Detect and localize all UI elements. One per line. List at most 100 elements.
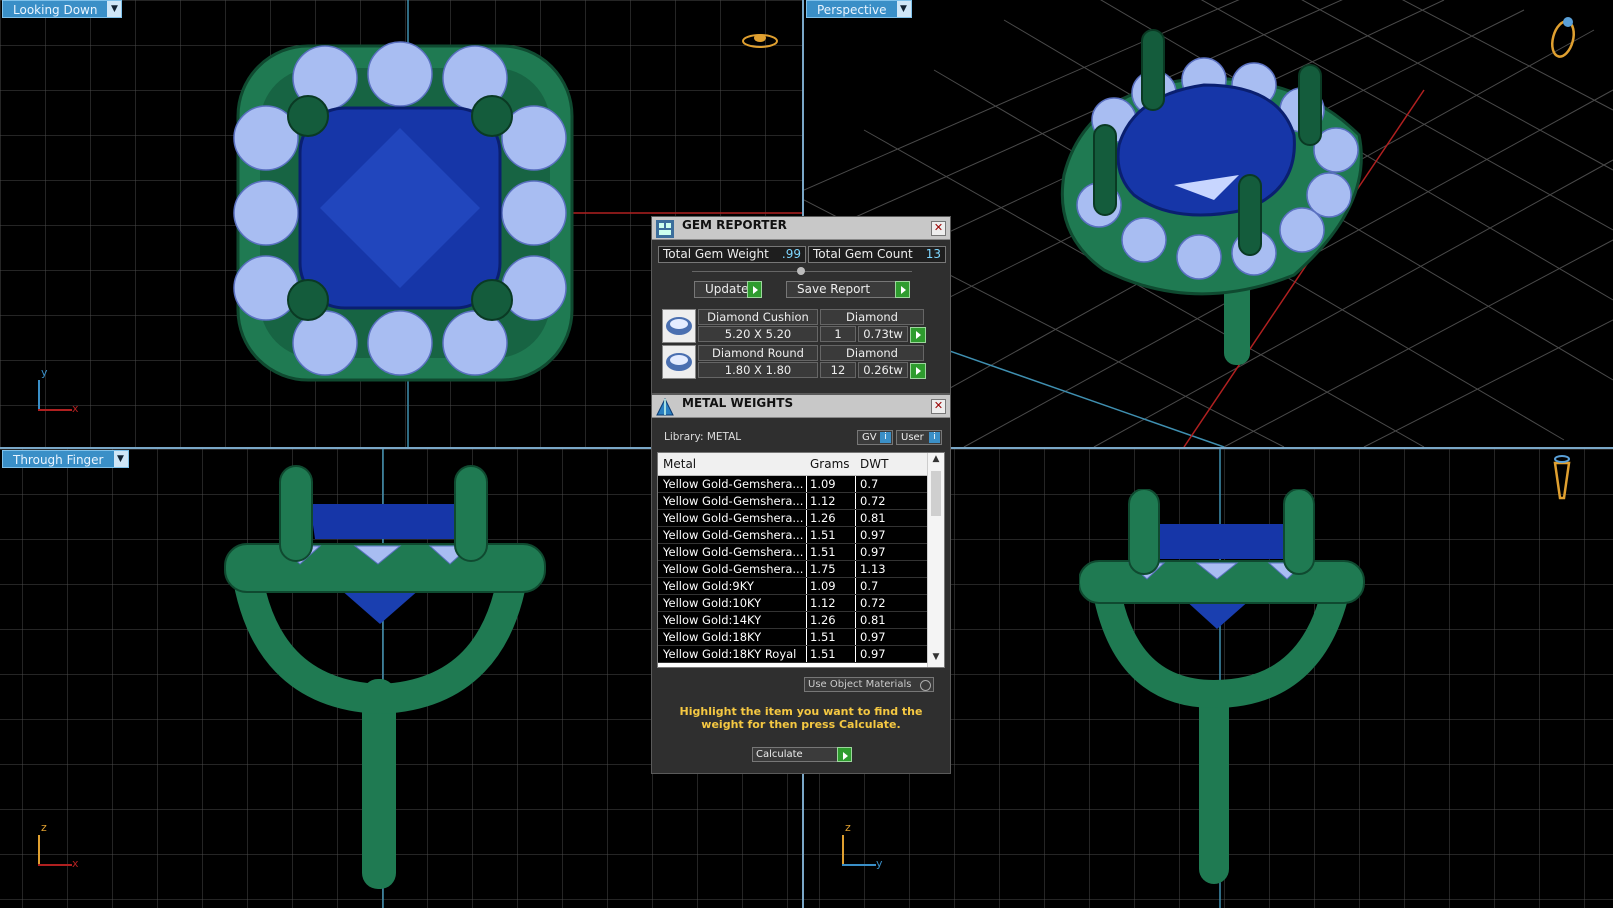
metal-table-header: Metal Grams DWT xyxy=(658,453,928,476)
info-icon: i xyxy=(929,432,940,443)
column-header-dwt[interactable]: DWT xyxy=(860,457,888,471)
axis-label-vertical: z xyxy=(41,821,47,834)
chevron-down-icon[interactable]: ▼ xyxy=(896,1,911,17)
ring-orientation-icon[interactable] xyxy=(740,30,780,52)
ring-side-view[interactable] xyxy=(220,464,550,894)
splitter-knob[interactable] xyxy=(797,267,805,275)
metal-name-cell: Yellow Gold-Gemshera... xyxy=(663,562,804,576)
axis-label-horizontal: y xyxy=(876,857,883,870)
grams-cell: 1.51 xyxy=(810,528,836,542)
grams-cell: 1.26 xyxy=(810,613,836,627)
viewport-label-looking-down[interactable]: Looking Down ▼ xyxy=(2,0,123,18)
gem-type: Diamond xyxy=(820,309,924,325)
cell-divider xyxy=(855,510,856,526)
viewport-title: Looking Down xyxy=(13,3,98,17)
user-label: User xyxy=(901,432,924,443)
viewport-label-perspective[interactable]: Perspective ▼ xyxy=(806,0,912,18)
dwt-cell: 0.97 xyxy=(860,528,886,542)
ring-orientation-icon[interactable] xyxy=(1550,453,1574,505)
cell-divider xyxy=(806,544,807,560)
metal-name-cell: Yellow Gold-Gemshera... xyxy=(663,545,804,559)
gem-weight: 0.26tw xyxy=(858,362,908,378)
use-object-materials-label: Use Object Materials xyxy=(808,679,912,690)
use-object-materials-button[interactable]: Use Object Materials xyxy=(804,677,934,692)
metal-name-cell: Yellow Gold:9KY xyxy=(663,579,754,593)
ring-top-view[interactable] xyxy=(230,38,580,388)
column-header-metal[interactable]: Metal xyxy=(663,457,696,471)
table-row[interactable]: Yellow Gold:14KY 1.26 0.81 xyxy=(658,612,928,629)
axis-label-horizontal: x xyxy=(72,857,79,870)
viewport-title: Through Finger xyxy=(13,453,104,467)
save-report-label: Save Report xyxy=(797,282,871,296)
axis-gizmo: z y xyxy=(840,821,883,870)
gem-weight: 0.73tw xyxy=(858,326,908,342)
table-row[interactable]: Yellow Gold-Gemshera... 1.51 0.97 xyxy=(658,544,928,561)
toggle-icon xyxy=(920,680,931,691)
scroll-down-icon[interactable]: ▼ xyxy=(928,652,944,666)
axis-label-vertical: y xyxy=(41,366,48,379)
metal-name-cell: Yellow Gold-Gemshera... xyxy=(663,528,804,542)
metal-weights-icon xyxy=(656,397,674,416)
table-row[interactable]: Yellow Gold:9KY 1.09 0.7 xyxy=(658,578,928,595)
save-report-button[interactable]: Save Report xyxy=(786,281,910,298)
gem-row[interactable]: Diamond Round Diamond 1.80 X 1.80 12 0.2… xyxy=(662,345,942,380)
ring-side-view-2[interactable] xyxy=(1079,489,1369,889)
metal-name-cell: Yellow Gold-Gemshera... xyxy=(663,477,804,491)
column-header-grams[interactable]: Grams xyxy=(810,457,850,471)
table-row[interactable]: Yellow Gold-Gemshera... 1.12 0.72 xyxy=(658,493,928,510)
grams-cell: 1.51 xyxy=(810,630,836,644)
table-row[interactable]: Yellow Gold-Gemshera... 1.26 0.81 xyxy=(658,510,928,527)
gem-count: 12 xyxy=(820,362,856,378)
viewport-label-through-finger[interactable]: Through Finger ▼ xyxy=(2,450,129,468)
grams-cell: 1.51 xyxy=(810,647,836,661)
cell-divider xyxy=(855,493,856,509)
grams-cell: 1.75 xyxy=(810,562,836,576)
ring-perspective-view[interactable] xyxy=(1044,25,1374,375)
user-toggle[interactable]: User i xyxy=(896,430,942,445)
cell-divider xyxy=(806,612,807,628)
cell-divider xyxy=(855,578,856,594)
cell-divider xyxy=(806,527,807,543)
metal-name-cell: Yellow Gold-Gemshera... xyxy=(663,511,804,525)
gem-size: 5.20 X 5.20 xyxy=(698,326,818,342)
dwt-cell: 1.13 xyxy=(860,562,886,576)
scroll-up-icon[interactable]: ▲ xyxy=(928,454,944,468)
metal-name-cell: Yellow Gold:14KY xyxy=(663,613,762,627)
chevron-down-icon[interactable]: ▼ xyxy=(107,1,122,17)
table-row[interactable]: Yellow Gold-Gemshera... 1.75 1.13 xyxy=(658,561,928,578)
chevron-down-icon[interactable]: ▼ xyxy=(113,451,128,467)
metal-name-cell: Yellow Gold:18KY Royal xyxy=(663,647,797,661)
info-icon: i xyxy=(880,432,891,443)
calculate-button[interactable]: Calculate xyxy=(752,747,852,762)
table-row[interactable]: Yellow Gold-Gemshera... 1.51 0.97 xyxy=(658,527,928,544)
gem-cushion-thumbnail xyxy=(662,309,696,343)
gem-type: Diamond xyxy=(820,345,924,361)
metal-name-cell: Yellow Gold-Gemshera... xyxy=(663,494,804,508)
calculate-label: Calculate xyxy=(756,749,803,760)
total-gem-count-field: Total Gem Count 13 xyxy=(808,246,946,263)
ring-orientation-icon[interactable] xyxy=(1548,14,1578,60)
table-row[interactable]: Yellow Gold:10KY 1.12 0.72 xyxy=(658,595,928,612)
close-icon[interactable]: ✕ xyxy=(931,221,946,236)
table-row[interactable]: Yellow Gold:18KY 1.51 0.97 xyxy=(658,629,928,646)
gem-reporter-titlebar[interactable]: GEM REPORTER ✕ xyxy=(652,217,950,240)
dwt-cell: 0.97 xyxy=(860,545,886,559)
grams-cell: 1.09 xyxy=(810,579,836,593)
scrollbar-thumb[interactable] xyxy=(931,471,941,516)
play-icon[interactable] xyxy=(910,327,926,343)
play-icon xyxy=(895,281,910,298)
gem-row[interactable]: Diamond Cushion Diamond 5.20 X 5.20 1 0.… xyxy=(662,309,942,344)
close-icon[interactable]: ✕ xyxy=(931,399,946,414)
cell-divider xyxy=(806,646,807,662)
metal-table[interactable]: Metal Grams DWT Yellow Gold-Gemshera... 1… xyxy=(657,452,945,668)
total-gem-count-value: 13 xyxy=(925,247,941,261)
update-button[interactable]: Update xyxy=(694,281,762,298)
table-row[interactable]: Yellow Gold:18KY Royal 1.51 0.97 xyxy=(658,646,928,663)
table-row[interactable]: Yellow Gold-Gemshera... 1.09 0.7 xyxy=(658,476,928,493)
scrollbar[interactable]: ▲ ▼ xyxy=(927,453,944,667)
metal-name-cell: Yellow Gold:10KY xyxy=(663,596,762,610)
metal-weights-titlebar[interactable]: METAL WEIGHTS ✕ xyxy=(652,395,950,418)
gv-toggle[interactable]: GV i xyxy=(857,430,893,445)
gem-name: Diamond Round xyxy=(698,345,818,361)
play-icon[interactable] xyxy=(910,363,926,379)
